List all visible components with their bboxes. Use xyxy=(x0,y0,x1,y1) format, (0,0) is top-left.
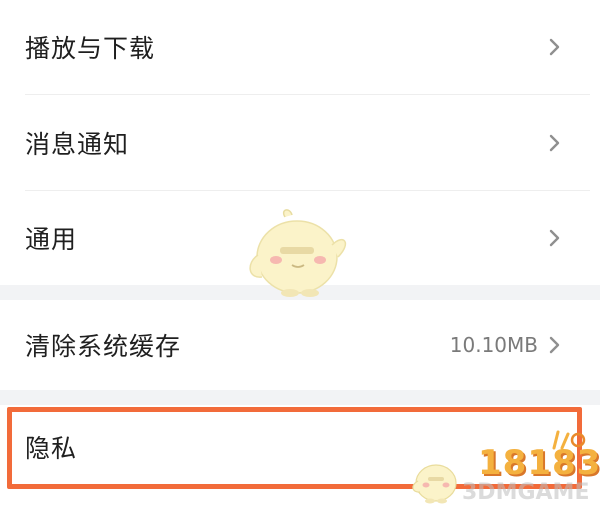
mascot-small-icon xyxy=(412,464,457,504)
chevron-right-icon xyxy=(549,229,560,247)
settings-item-label: 播放与下载 xyxy=(25,34,156,63)
mascot-watermark-icon xyxy=(249,209,347,297)
cache-size-value: 10.10MB xyxy=(449,333,538,357)
settings-item-notifications[interactable]: 消息通知 xyxy=(0,95,600,190)
settings-item-label: 隐私 xyxy=(25,434,78,463)
chevron-right-icon xyxy=(549,336,560,354)
section-gap xyxy=(0,390,600,405)
settings-item-clear-cache[interactable]: 清除系统缓存 10.10MB xyxy=(0,300,600,390)
settings-item-label: 通用 xyxy=(25,225,78,254)
chevron-right-icon xyxy=(549,134,560,151)
settings-item-play-download[interactable]: 播放与下载 xyxy=(0,0,600,94)
settings-item-label: 消息通知 xyxy=(25,129,130,159)
site-watermark-text: 3DMGAME xyxy=(462,480,590,505)
settings-item-label: 清除系统缓存 xyxy=(25,332,182,361)
logo-sparkle-icon xyxy=(552,430,586,450)
chevron-right-icon xyxy=(549,38,560,56)
